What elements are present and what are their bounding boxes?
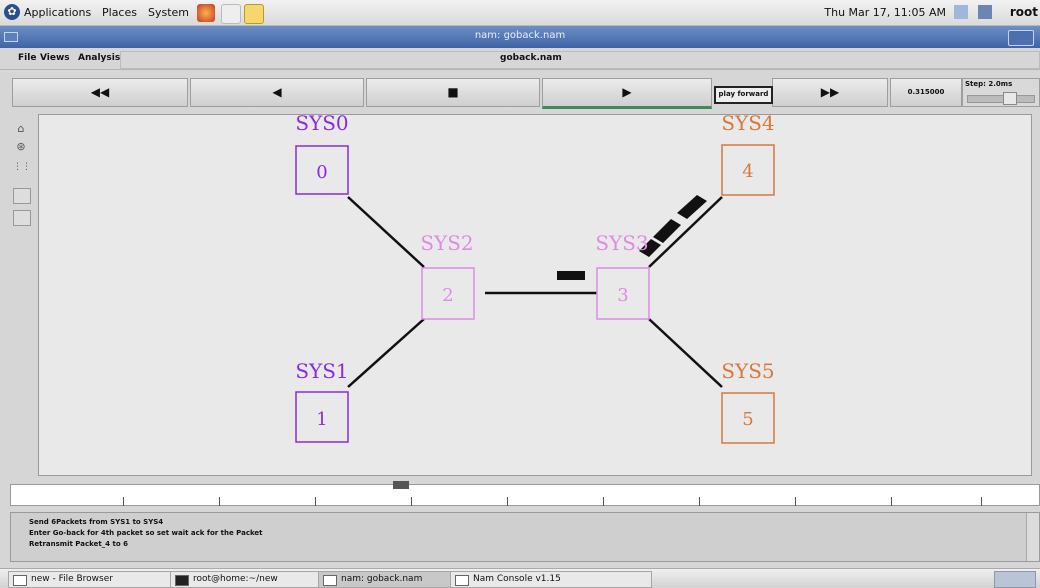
menu-views[interactable]: Views	[40, 53, 70, 63]
link-3-5	[648, 318, 723, 388]
task-file-browser[interactable]: new - File Browser	[8, 571, 180, 588]
menubar: File Views Analysis goback.nam	[0, 48, 1040, 70]
side-tools: ⌂ ⊛ ⋮⋮	[10, 118, 34, 478]
rewind-button[interactable]: ◀◀	[12, 78, 188, 107]
network-canvas[interactable]: 0 SYS0 1 SYS1 2 SYS2 3 SYS3 4 SYS4 5 SYS…	[38, 114, 1032, 476]
timeline-tick	[603, 497, 604, 506]
node-3-number: 3	[617, 285, 628, 306]
timeline-slider[interactable]	[10, 481, 1040, 506]
network-topology: 0 SYS0 1 SYS1 2 SYS2 3 SYS3 4 SYS4 5 SYS…	[295, 115, 775, 444]
clock[interactable]: Thu Mar 17, 11:05 AM	[824, 6, 946, 19]
task-terminal[interactable]: root@home:~/new	[170, 571, 332, 588]
log-scrollbar[interactable]	[1026, 513, 1039, 561]
node-0-number: 0	[316, 162, 327, 183]
fast-forward-button[interactable]: ▶▶	[772, 78, 888, 107]
node-0-label: SYS0	[295, 115, 348, 135]
menu-file[interactable]: File	[18, 53, 36, 63]
filename-box	[120, 51, 1040, 69]
node-5-number: 5	[742, 409, 753, 430]
top-panel: ✿ Applications Places System Thu Mar 17,…	[0, 0, 1040, 26]
timeline-tick	[507, 497, 508, 506]
task-label: nam: goback.nam	[341, 574, 423, 584]
log-line: Enter Go-back for 4th packet so set wait…	[29, 529, 263, 537]
node-4-label: SYS4	[721, 115, 774, 135]
step-slider-track[interactable]	[967, 95, 1035, 103]
node-1-label: SYS1	[295, 359, 348, 383]
step-label: Step: 2.0ms	[965, 80, 1013, 88]
system-menu[interactable]: System	[148, 6, 189, 19]
playback-toolbar: ◀◀ ◀ ■ ▶ ▶▶ play forward 0.315000 Step: …	[0, 70, 1040, 112]
play-backward-button[interactable]: ◀	[190, 78, 364, 107]
terminal-icon	[175, 575, 189, 586]
zoom-out-icon[interactable]: ⊛	[13, 140, 29, 154]
notes-icon[interactable]	[244, 4, 264, 24]
node-1-number: 1	[316, 409, 327, 430]
gnome-foot-icon[interactable]: ✿	[4, 4, 20, 20]
timeline-tick	[411, 497, 412, 506]
time-display: 0.315000	[890, 78, 962, 107]
timeline-tick	[123, 497, 124, 506]
node-2-label: SYS2	[420, 231, 473, 255]
timeline-tick	[699, 497, 700, 506]
mail-icon[interactable]	[221, 4, 241, 24]
window-controls[interactable]	[1008, 30, 1034, 46]
window-titlebar: nam: goback.nam	[0, 26, 1040, 48]
node-4-number: 4	[742, 161, 753, 182]
task-nam-console[interactable]: Nam Console v1.15	[450, 571, 652, 588]
link-1-2	[347, 318, 425, 388]
network-icon[interactable]	[978, 5, 992, 19]
task-nam[interactable]: nam: goback.nam	[318, 571, 470, 588]
zoom-in-icon[interactable]: ⌂	[13, 122, 29, 136]
scroll-down-handle[interactable]	[13, 210, 31, 226]
link-0-2	[347, 196, 425, 268]
log-line: Retransmit Packet_4 to 6	[29, 540, 128, 548]
user-name[interactable]: root	[1010, 5, 1038, 19]
task-label: new - File Browser	[31, 574, 113, 584]
node-5-label: SYS5	[721, 359, 774, 383]
timeline-tick	[315, 497, 316, 506]
timeline-tick	[219, 497, 220, 506]
timeline-tick	[795, 497, 796, 506]
window-icon	[323, 575, 337, 586]
log-line: Send 6Packets from SYS1 to SYS4	[29, 518, 164, 526]
folder-icon	[13, 575, 27, 586]
workspace-switcher[interactable]	[994, 571, 1036, 588]
menu-analysis[interactable]: Analysis	[78, 53, 120, 63]
taskbar: new - File Browser root@home:~/new nam: …	[0, 568, 1040, 588]
timeline-tick	[891, 497, 892, 506]
volume-icon[interactable]	[954, 5, 968, 19]
ruler-icon[interactable]: ⋮⋮	[13, 160, 31, 174]
places-menu[interactable]: Places	[102, 6, 137, 19]
node-2-number: 2	[442, 285, 453, 306]
applications-menu[interactable]: Applications	[24, 6, 91, 19]
step-control: Step: 2.0ms	[962, 78, 1040, 107]
trace-filename: goback.nam	[500, 53, 562, 63]
node-3-label: SYS3	[595, 231, 648, 255]
timeline-marker[interactable]	[393, 481, 409, 489]
stop-button[interactable]: ■	[366, 78, 540, 107]
packet	[557, 271, 585, 280]
play-forward-tooltip: play forward	[714, 86, 773, 104]
step-slider-thumb[interactable]	[1003, 92, 1017, 105]
window-title: nam: goback.nam	[474, 30, 566, 41]
play-button[interactable]: ▶	[542, 78, 712, 109]
timeline-tick	[981, 497, 982, 506]
annotation-log: Send 6Packets from SYS1 to SYS4 Enter Go…	[10, 512, 1040, 562]
task-label: Nam Console v1.15	[473, 574, 561, 584]
window-icon	[455, 575, 469, 586]
scroll-up-handle[interactable]	[13, 188, 31, 204]
task-label: root@home:~/new	[193, 574, 278, 584]
firefox-icon[interactable]	[197, 4, 215, 22]
